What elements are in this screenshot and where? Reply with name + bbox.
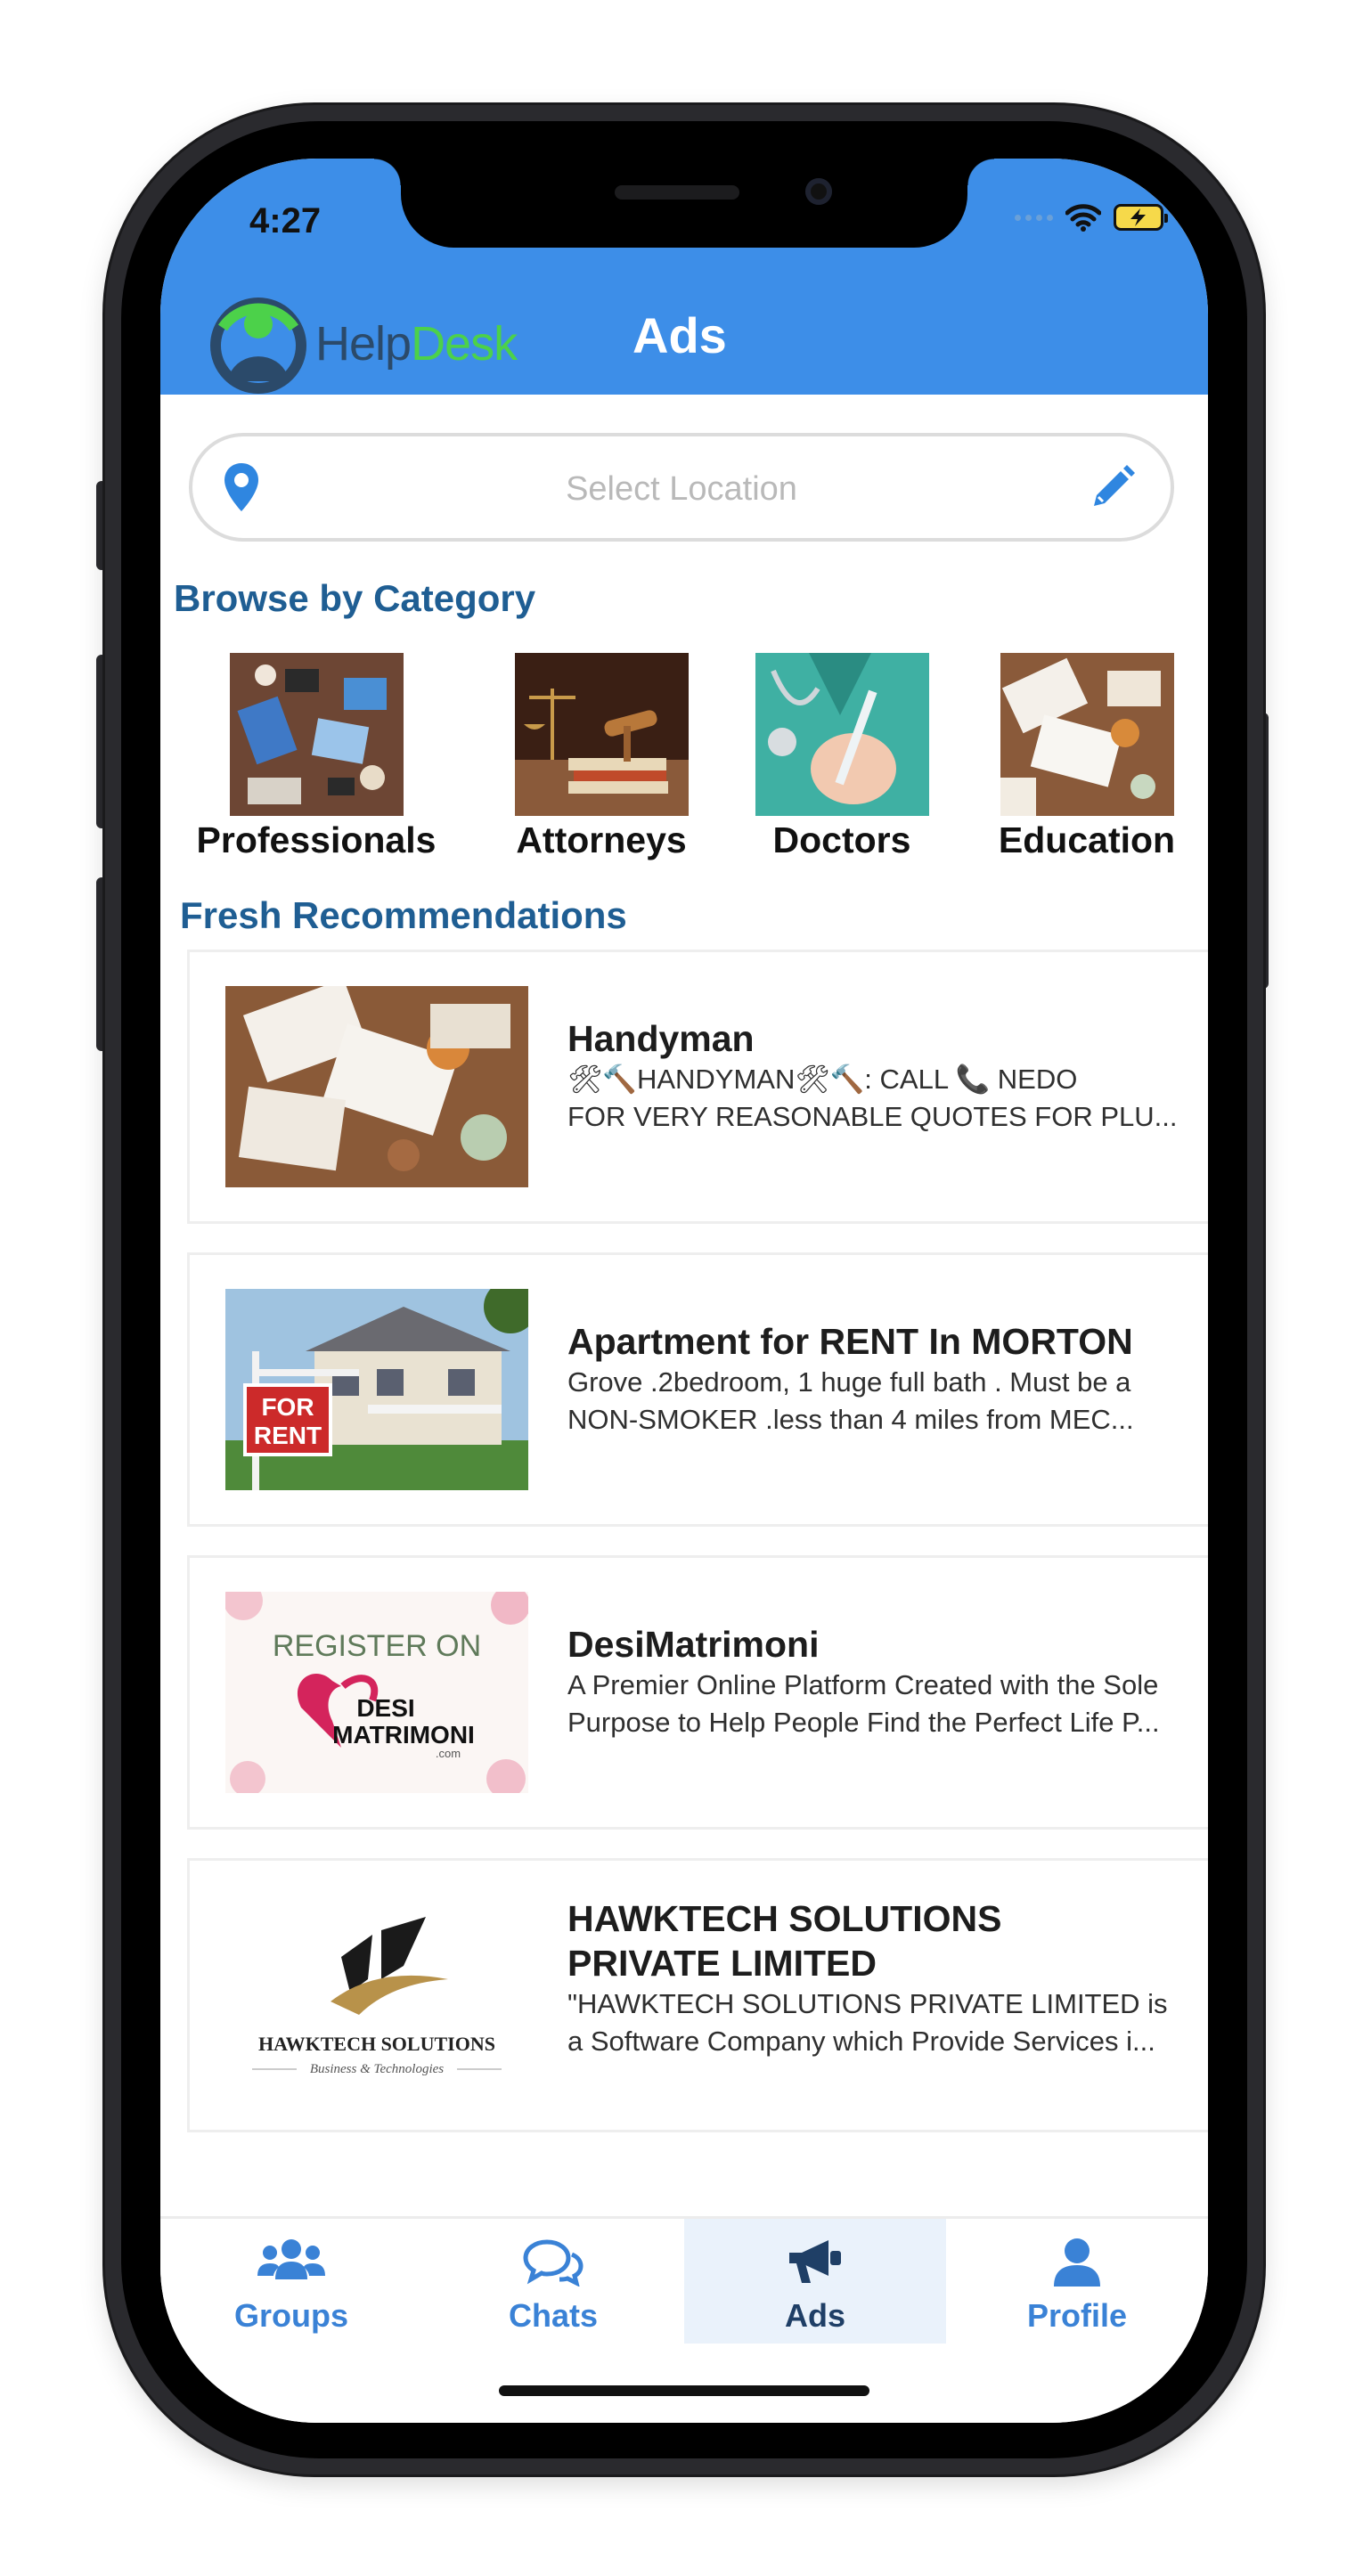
category-label: Education	[998, 819, 1176, 860]
category-attorneys[interactable]: Attorneys	[508, 653, 695, 861]
tab-ads[interactable]: Ads	[684, 2219, 946, 2344]
logo-text-desk: Desk	[411, 316, 518, 371]
location-selector[interactable]: Select Location	[189, 433, 1174, 542]
ad-title: DesiMatrimoni	[567, 1624, 820, 1665]
tab-label: Profile	[1026, 2297, 1128, 2334]
ad-card[interactable]: Handyman 🛠🔨HANDYMAN🛠🔨: CALL 📞 NEDO FOR V…	[187, 950, 1208, 1224]
ad-text: DesiMatrimoni A Premier Online Platform …	[567, 1622, 1191, 1741]
ad-title: HAWKTECH SOLUTIONS	[567, 1898, 1002, 1939]
profile-icon	[946, 2237, 1208, 2287]
brand-domain: .com	[436, 1747, 461, 1760]
tab-label: Groups	[233, 2297, 348, 2334]
ad-card[interactable]: REGISTER ON DESI MATRIMONI .com DesiMatr…	[187, 1555, 1208, 1830]
phone-screen: 4:27 Help Desk Ads Select Location Brows…	[160, 159, 1208, 2423]
notch	[374, 159, 994, 248]
wifi-icon	[1065, 204, 1101, 232]
category-label: Doctors	[772, 819, 911, 860]
ad-description-line: a Software Company which Provide Service…	[567, 2026, 1155, 2057]
edit-pencil-icon[interactable]	[1085, 461, 1139, 515]
hawktech-logo-text: HAWKTECH SOLUTIONS	[258, 2033, 495, 2055]
app-header: 4:27 Help Desk Ads	[160, 159, 1208, 395]
tab-groups[interactable]: Groups	[160, 2219, 422, 2344]
for-rent-sign-line: RENT	[254, 1422, 322, 1449]
fresh-recommendations-title: Fresh Recommendations	[180, 894, 627, 936]
helpdesk-logo-icon	[210, 298, 306, 394]
speaker-grille	[615, 185, 739, 200]
front-camera	[805, 178, 832, 205]
tab-profile[interactable]: Profile	[946, 2219, 1208, 2344]
status-time: 4:27	[249, 201, 322, 240]
ad-description-line: "HAWKTECH SOLUTIONS PRIVATE LIMITED is	[567, 1988, 1168, 2019]
ad-thumbnail-handyman	[225, 986, 528, 1187]
for-rent-sign-line: FOR	[261, 1393, 314, 1421]
hawktech-logo-tagline: Business & Technologies	[310, 2062, 444, 2076]
category-professionals[interactable]: Professionals	[196, 653, 437, 861]
battery-charging-icon	[1114, 204, 1168, 231]
megaphone-icon	[684, 2237, 946, 2287]
groups-icon	[160, 2237, 422, 2283]
location-placeholder: Select Location	[566, 470, 797, 508]
chats-icon	[422, 2237, 684, 2287]
brand-text: MATRIMONI	[332, 1721, 475, 1749]
ad-description-line: Grove .2bedroom, 1 huge full bath . Must…	[567, 1366, 1131, 1398]
tab-label: Chats	[508, 2297, 599, 2334]
ad-card[interactable]: HAWKTECH SOLUTIONS Business & Technologi…	[187, 1858, 1208, 2132]
register-on-text: REGISTER ON	[273, 1629, 481, 1663]
category-image-doctors	[755, 653, 929, 816]
ad-description-line: A Premier Online Platform Created with t…	[567, 1669, 1159, 1700]
category-list: Professionals Attorneys Doctors Educatio…	[160, 653, 1208, 861]
status-icons	[1015, 203, 1168, 232]
ad-title: Apartment for RENT In MORTON	[567, 1321, 1133, 1362]
ad-title: PRIVATE LIMITED	[567, 1943, 877, 1984]
ad-title: Handyman	[567, 1018, 755, 1059]
tab-label: Ads	[784, 2297, 845, 2334]
ad-description-line: FOR VERY REASONABLE QUOTES FOR PLU...	[567, 1101, 1178, 1132]
ad-description-line: NON-SMOKER .less than 4 miles from MEC..…	[567, 1404, 1134, 1435]
ad-thumbnail-hawktech: HAWKTECH SOLUTIONS Business & Technologi…	[225, 1895, 528, 2096]
category-education[interactable]: Education	[980, 653, 1194, 861]
ad-text: Apartment for RENT In MORTON Grove .2bed…	[567, 1319, 1191, 1439]
ad-thumbnail-for-rent: FOR RENT	[225, 1289, 528, 1490]
logo-text-help: Help	[315, 316, 412, 371]
home-indicator[interactable]	[499, 2385, 869, 2396]
signal-icon	[1015, 214, 1053, 221]
ad-thumbnail-desimatrimoni: REGISTER ON DESI MATRIMONI .com	[225, 1592, 528, 1793]
brand-text: DESI	[356, 1694, 414, 1722]
category-doctors[interactable]: Doctors	[748, 653, 935, 861]
ad-text: Handyman 🛠🔨HANDYMAN🛠🔨: CALL 📞 NEDO FOR V…	[567, 1016, 1191, 1136]
category-label: Attorneys	[516, 819, 687, 860]
category-image-attorneys	[514, 653, 689, 816]
ad-description-line: 🛠🔨HANDYMAN🛠🔨: CALL 📞 NEDO	[567, 1064, 1078, 1095]
ad-card[interactable]: FOR RENT Apartment for RENT In MORTON Gr…	[187, 1252, 1208, 1527]
category-image-professionals	[229, 653, 404, 816]
category-label: Professionals	[196, 819, 437, 860]
tab-chats[interactable]: Chats	[422, 2219, 684, 2344]
page-title: Ads	[633, 307, 727, 363]
ad-description-line: Purpose to Help People Find the Perfect …	[567, 1707, 1160, 1738]
browse-category-title: Browse by Category	[174, 577, 536, 619]
category-image-education	[1000, 653, 1174, 816]
ad-text: HAWKTECH SOLUTIONS PRIVATE LIMITED "HAWK…	[567, 1896, 1191, 2060]
helpdesk-logo: Help Desk	[205, 292, 518, 395]
